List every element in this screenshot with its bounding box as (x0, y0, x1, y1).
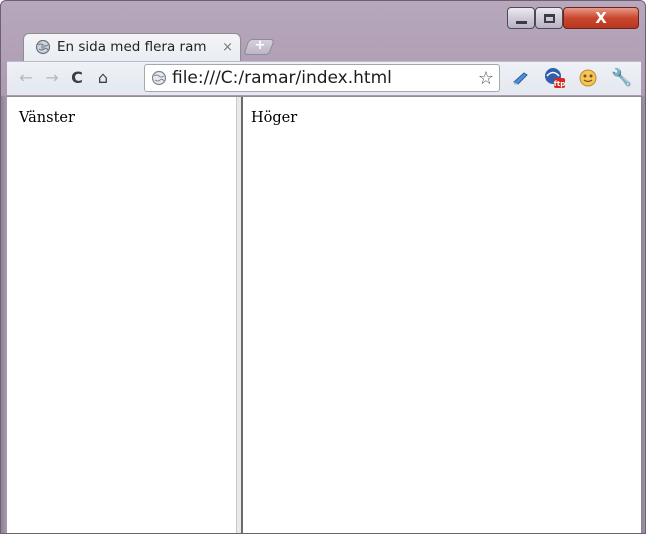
tab-active[interactable]: En sida med flera ram × (31, 33, 239, 61)
browser-window: En sida med flera ram × + X ← → C ⌂ file… (0, 0, 646, 534)
ftp-glyph: ftp (545, 68, 565, 88)
reload-icon[interactable]: C (68, 68, 86, 88)
globe-icon (35, 39, 51, 55)
page-icon (151, 70, 167, 86)
right-frame-text: Höger (251, 110, 298, 126)
address-bar[interactable]: file:///C:/ramar/index.html ☆ (144, 64, 500, 92)
wrench-icon[interactable]: 🔧 (611, 67, 633, 89)
maximize-icon (543, 13, 555, 23)
window-border-right (641, 96, 645, 533)
right-frame: Höger (243, 97, 641, 533)
page-content: Vänster Höger (7, 96, 641, 533)
close-button[interactable]: X (563, 7, 639, 29)
forward-arrow-icon[interactable]: → (43, 68, 61, 88)
tab-close-icon[interactable]: × (222, 40, 239, 55)
minimize-button[interactable] (507, 7, 535, 29)
url-text[interactable]: file:///C:/ramar/index.html (172, 68, 478, 88)
blue-ext-glyph (513, 72, 528, 85)
left-frame-text: Vänster (19, 110, 75, 126)
bookmark-star-icon[interactable]: ☆ (478, 68, 494, 89)
plus-icon: + (254, 38, 266, 53)
smiley-icon[interactable] (577, 67, 599, 89)
left-frame: Vänster (7, 97, 236, 533)
minimize-icon (515, 21, 527, 24)
maximize-button[interactable] (535, 7, 563, 29)
home-icon[interactable]: ⌂ (94, 68, 112, 88)
close-icon: X (595, 9, 607, 27)
tab-title: En sida med flera ram (57, 39, 207, 55)
frame-divider[interactable] (236, 97, 243, 533)
back-arrow-icon[interactable]: ← (17, 68, 35, 88)
blue-ext-icon[interactable] (509, 67, 531, 89)
ftp-icon[interactable]: ftp (544, 67, 566, 89)
smiley-glyph (579, 69, 597, 87)
svg-text:ftp: ftp (554, 80, 565, 88)
